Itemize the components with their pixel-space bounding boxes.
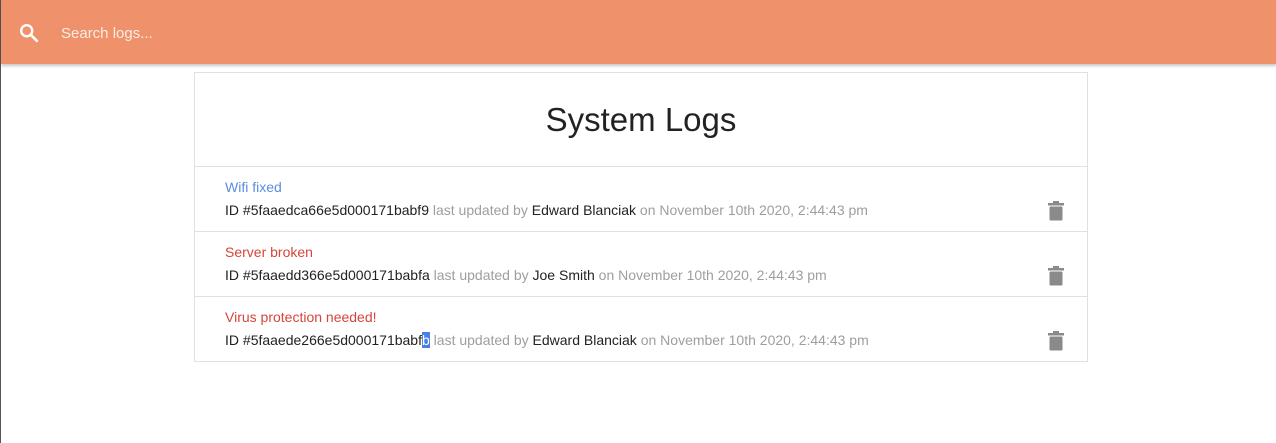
- log-title-link[interactable]: Virus protection needed!: [225, 309, 377, 325]
- search-icon[interactable]: [18, 22, 40, 44]
- text-selection: b: [421, 332, 430, 348]
- log-on-label: on: [598, 267, 615, 283]
- log-item: Wifi fixed ID #5faaedca66e5d000171babf9 …: [195, 167, 1087, 232]
- log-id: 5faaedca66e5d000171babf9: [250, 202, 429, 218]
- log-user: Edward Blanciak: [531, 202, 637, 218]
- log-meta: ID #5faaede266e5d000171babfb last update…: [225, 332, 869, 348]
- log-date: November 10th 2020, 2:44:43 pm: [659, 202, 868, 218]
- logs-panel: System Logs Wifi fixed ID #5faaedca66e5d…: [194, 72, 1088, 362]
- log-user: Edward Blanciak: [532, 332, 637, 348]
- log-on-label: on: [640, 332, 657, 348]
- log-date: November 10th 2020, 2:44:43 pm: [618, 267, 827, 283]
- log-updated-label: last updated by: [432, 202, 528, 218]
- log-title-link[interactable]: Server broken: [225, 244, 313, 260]
- log-on-label: on: [639, 202, 656, 218]
- trash-icon[interactable]: [1047, 266, 1065, 286]
- page-title: System Logs: [195, 73, 1087, 167]
- search-input[interactable]: [61, 18, 661, 48]
- log-meta: ID #5faaedd366e5d000171babfa last update…: [225, 267, 827, 283]
- log-updated-label: last updated by: [433, 267, 529, 283]
- log-id: 5faaede266e5d000171babf: [250, 332, 422, 348]
- log-title-link[interactable]: Wifi fixed: [225, 179, 282, 195]
- trash-icon[interactable]: [1047, 331, 1065, 351]
- top-bar: [1, 0, 1276, 64]
- trash-icon[interactable]: [1047, 201, 1065, 221]
- log-id-prefix: ID #: [225, 202, 251, 218]
- log-id-prefix: ID #: [225, 267, 251, 283]
- log-updated-label: last updated by: [433, 332, 529, 348]
- log-user: Joe Smith: [532, 267, 595, 283]
- log-id: 5faaedd366e5d000171babfa: [250, 267, 430, 283]
- log-id-prefix: ID #: [225, 332, 251, 348]
- log-date: November 10th 2020, 2:44:43 pm: [660, 332, 869, 348]
- log-item: Virus protection needed! ID #5faaede266e…: [195, 297, 1087, 361]
- log-meta: ID #5faaedca66e5d000171babf9 last update…: [225, 202, 868, 218]
- log-item: Server broken ID #5faaedd366e5d000171bab…: [195, 232, 1087, 297]
